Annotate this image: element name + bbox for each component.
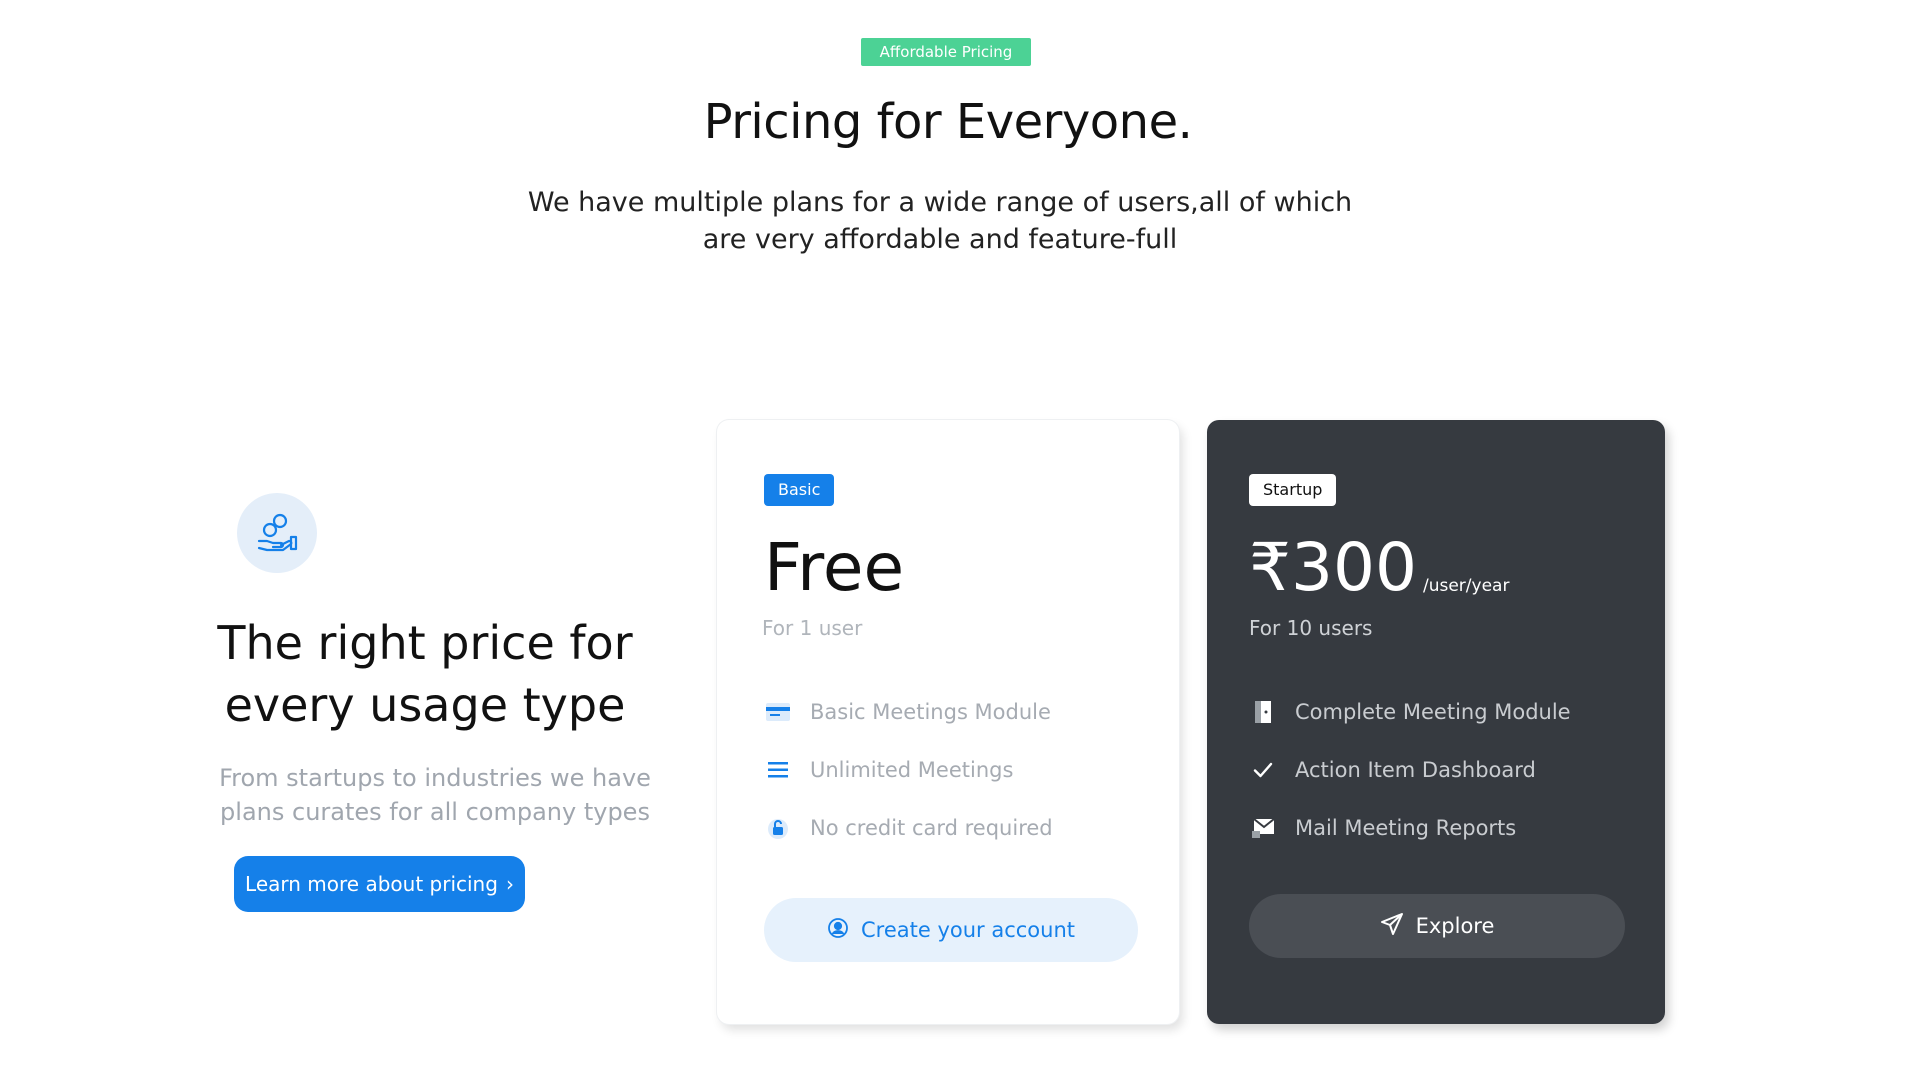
- price-unit: /user/year: [1422, 576, 1510, 596]
- plan-price-basic: Free: [764, 529, 905, 606]
- feature-label: Complete Meeting Module: [1295, 700, 1571, 724]
- card-icon: [764, 698, 792, 726]
- learn-more-pricing-button[interactable]: Learn more about pricing ›: [234, 856, 525, 912]
- coins-hand-icon: [237, 493, 317, 573]
- promo-subtitle: From startups to industries we have plan…: [219, 764, 651, 826]
- plan-tag-basic: Basic: [764, 474, 835, 506]
- page-title: Pricing for Everyone.: [703, 94, 1193, 150]
- feature-label: Basic Meetings Module: [810, 700, 1051, 724]
- plan-card-basic: Basic Free For 1 user Basic Meetings Mod…: [717, 420, 1179, 1024]
- door-icon: [1249, 698, 1277, 726]
- feature-item: Mail Meeting Reports: [1249, 814, 1516, 842]
- feature-label: No credit card required: [810, 816, 1053, 840]
- plan-users-basic: For 1 user: [762, 616, 863, 640]
- feature-label: Unlimited Meetings: [810, 758, 1014, 782]
- mail-icon: [1249, 814, 1277, 842]
- feature-label: Action Item Dashboard: [1295, 758, 1536, 782]
- promo-title: The right price for every usage type: [217, 616, 633, 732]
- feature-item: Unlimited Meetings: [764, 756, 1013, 784]
- page-subtitle: We have multiple plans for a wide range …: [527, 187, 1353, 255]
- check-icon: [1249, 756, 1277, 784]
- create-account-label: Create your account: [860, 918, 1075, 942]
- feature-item: Action Item Dashboard: [1249, 756, 1536, 784]
- affordable-pricing-badge: Affordable Pricing: [861, 38, 1031, 66]
- send-icon: [1380, 912, 1404, 941]
- explore-button[interactable]: Explore: [1249, 894, 1625, 958]
- explore-label: Explore: [1415, 914, 1495, 938]
- plan-price-startup: ₹300 /user/year: [1249, 528, 1509, 608]
- feature-label: Mail Meeting Reports: [1295, 816, 1517, 840]
- price-amount: ₹300: [1249, 529, 1417, 606]
- feature-item: Basic Meetings Module: [764, 698, 1051, 726]
- feature-item: Complete Meeting Module: [1249, 698, 1571, 726]
- feature-item: No credit card required: [764, 814, 1053, 842]
- lock-icon: [764, 814, 792, 842]
- plan-card-startup: Startup ₹300 /user/year For 10 users Com…: [1207, 420, 1665, 1024]
- learn-more-label: Learn more about pricing: [245, 872, 498, 896]
- create-account-button[interactable]: Create your account: [764, 898, 1138, 962]
- list-icon: [764, 756, 792, 784]
- user-circle-icon: [827, 917, 849, 944]
- chevron-right-icon: ›: [505, 872, 514, 896]
- plan-tag-startup: Startup: [1249, 474, 1337, 506]
- plan-users-startup: For 10 users: [1249, 616, 1373, 640]
